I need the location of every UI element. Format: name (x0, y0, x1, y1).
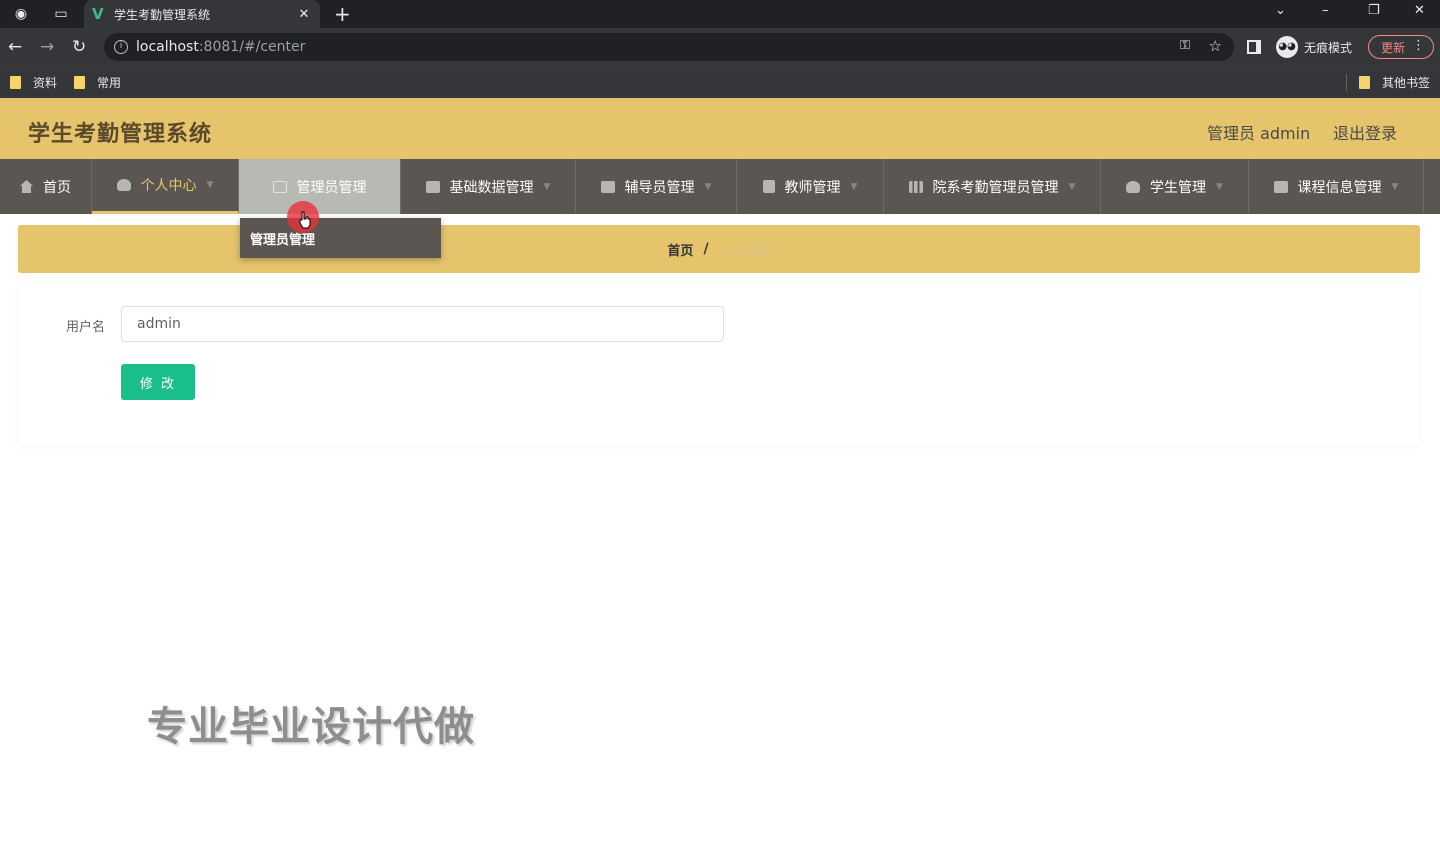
close-window-icon[interactable]: ✕ (1414, 3, 1425, 18)
bookmark-folder-1[interactable]: 常用 (74, 74, 121, 91)
back-icon[interactable]: ← (8, 37, 22, 57)
chevron-down-icon: ▼ (1068, 181, 1076, 192)
breadcrumb-separator: / (703, 241, 709, 257)
vue-logo-icon: V (92, 5, 104, 23)
chevron-down-icon: ▼ (206, 180, 214, 190)
update-button[interactable]: 更新 ⋮ (1368, 35, 1434, 59)
breadcrumb-current: 个人信息 (718, 243, 771, 259)
folder-icon (1359, 76, 1370, 89)
current-user: 管理员 admin (1207, 124, 1311, 143)
watermark-text: 专业毕业设计代做 (147, 704, 475, 750)
incognito-icon: ◕◕ (1276, 36, 1298, 58)
home-icon (20, 180, 33, 193)
clipboard-icon (762, 180, 775, 193)
chevron-down-icon: ▼ (1216, 181, 1223, 192)
bar-chart-icon (908, 180, 923, 193)
bookmark-star-icon[interactable]: ☆ (1209, 37, 1222, 55)
breadcrumb-home[interactable]: 首页 (667, 240, 693, 259)
main-menu: 首页 个人中心 ▼ 管理员管理 基础数据管理 ▼ 辅导员管理 ▼ 教师管理 ▼ … (0, 159, 1440, 214)
other-bookmarks[interactable]: 其他书签 (1346, 74, 1430, 91)
chevron-down-icon: ▼ (704, 181, 712, 192)
menu-item-teacher[interactable]: 教师管理 ▼ (737, 159, 884, 214)
menu-item-home[interactable]: 首页 (0, 159, 92, 214)
breadcrumb: 首页 / 个人信息 (18, 225, 1420, 273)
url-path: :8081/#/center (198, 39, 306, 55)
app-header: 学生考勤管理系统 管理员 admin 退出登录 (0, 98, 1440, 159)
logout-link[interactable]: 退出登录 (1333, 120, 1397, 144)
close-tab-icon[interactable]: ✕ (296, 7, 312, 22)
user-icon (1126, 180, 1141, 193)
reload-icon[interactable]: ↻ (72, 37, 86, 57)
tab-search-icon[interactable]: ▭ (52, 5, 70, 23)
new-tab-icon[interactable]: + (334, 2, 351, 26)
browser-toolbar: ← → ↻ i localhost:8081/#/center ⚿ ☆ ◕◕ 无… (0, 28, 1440, 66)
globe-icon[interactable]: ◉ (12, 5, 30, 23)
bookmarks-bar: 资料 常用 其他书签 (0, 66, 1440, 98)
update-label: 更新 (1381, 40, 1406, 55)
chevron-down-icon: ▼ (543, 181, 551, 192)
menu-item-course-info[interactable]: 课程信息管理 ▼ (1249, 159, 1424, 214)
forward-icon[interactable]: → (40, 37, 54, 57)
url-host: localhost (136, 39, 199, 55)
more-menu-icon[interactable]: ⋮ (1412, 38, 1425, 53)
site-info-icon[interactable]: i (114, 40, 128, 54)
browser-tab[interactable]: V 学生考勤管理系统 ✕ (84, 0, 320, 28)
menu-item-basic-data[interactable]: 基础数据管理 ▼ (401, 159, 576, 214)
key-icon[interactable]: ⚿ (1180, 38, 1190, 53)
admin-submenu-item[interactable]: 管理员管理 (240, 218, 441, 258)
bookmark-folder-0[interactable]: 资料 (10, 74, 57, 91)
menu-item-personal-center[interactable]: 个人中心 ▼ (92, 159, 239, 214)
incognito-label: 无痕模式 (1304, 40, 1353, 55)
menu-item-admin-management[interactable]: 管理员管理 (239, 159, 401, 214)
hand-cursor-icon (299, 211, 311, 229)
comment-icon (425, 180, 440, 193)
browser-tab-bar: ◉ ▭ V 学生考勤管理系统 ✕ + ⌄ – ❐ ✕ (0, 0, 1440, 28)
menu-item-dept-attendance-admin[interactable]: 院系考勤管理员管理 ▼ (884, 159, 1101, 214)
username-input[interactable] (121, 306, 724, 342)
address-bar[interactable]: i localhost:8081/#/center ⚿ ☆ (104, 33, 1234, 61)
folder-icon (10, 76, 21, 89)
incognito-indicator[interactable]: ◕◕ 无痕模式 (1276, 36, 1352, 58)
briefcase-icon (600, 180, 615, 193)
envelope-icon (272, 180, 287, 193)
monitor-icon (1273, 180, 1288, 193)
modify-button[interactable]: 修 改 (121, 364, 195, 400)
username-label: 用户名 (66, 320, 106, 335)
user-icon (116, 179, 131, 191)
minimize-icon[interactable]: – (1322, 3, 1329, 18)
chevron-down-icon[interactable]: ⌄ (1275, 3, 1286, 18)
menu-item-student[interactable]: 学生管理 ▼ (1101, 159, 1249, 214)
tab-title: 学生考勤管理系统 (114, 7, 211, 22)
chevron-down-icon: ▼ (850, 181, 858, 192)
folder-icon (74, 76, 85, 89)
restore-icon[interactable]: ❐ (1368, 3, 1380, 18)
chevron-down-icon: ▼ (1391, 181, 1399, 192)
side-panel-icon[interactable] (1247, 40, 1261, 54)
app-title: 学生考勤管理系统 (28, 122, 213, 147)
menu-item-counselor[interactable]: 辅导员管理 ▼ (576, 159, 737, 214)
